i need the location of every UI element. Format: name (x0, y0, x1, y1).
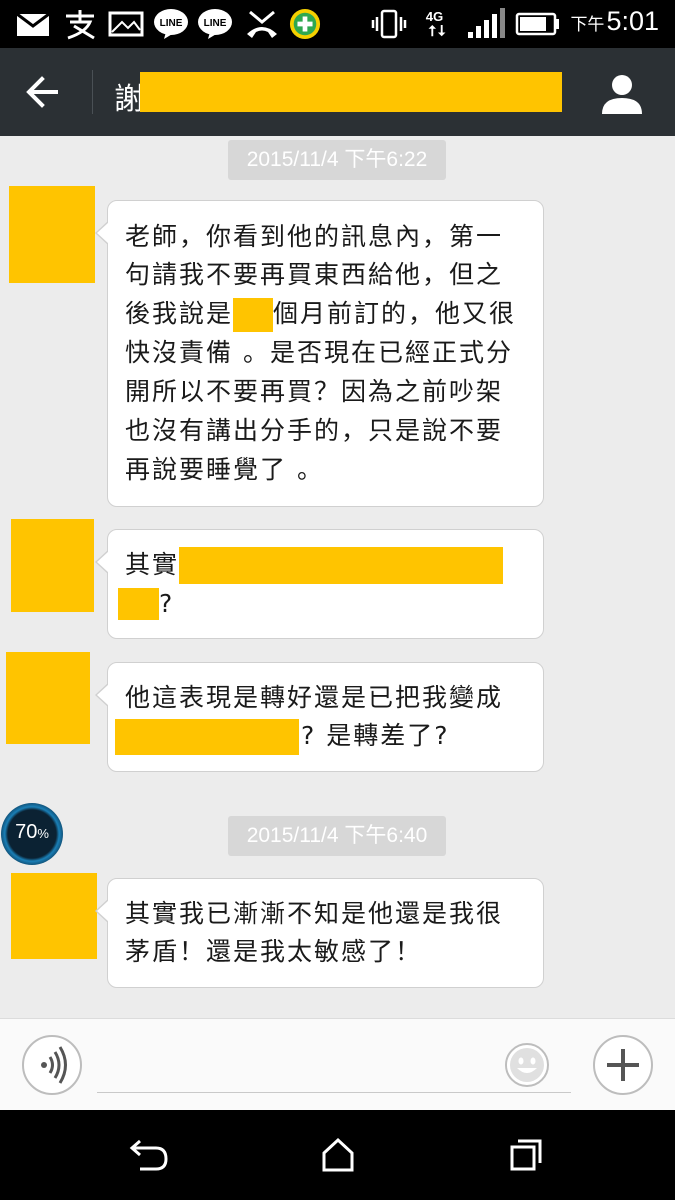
redacted-title (140, 72, 562, 112)
message-text-line: 其實 (125, 547, 179, 583)
vibrate-icon (371, 9, 407, 39)
add-button[interactable] (593, 1035, 653, 1095)
battery-percentage: 70% (1, 821, 63, 844)
message-text-line: 句請我不要再買東西給他，但之 (125, 260, 504, 289)
avatar[interactable] (11, 873, 97, 959)
avatar[interactable] (11, 519, 94, 612)
message-text-line: 他這表現是轉好還是已把我變成 (125, 683, 504, 712)
plus-icon (607, 1049, 639, 1081)
message-bubble-1[interactable]: 老師，你看到他的訊息內，第一 句請我不要再買東西給他，但之 後我說是 個月前訂的，… (95, 200, 544, 507)
clock-ampm: 下午 (570, 15, 605, 34)
battery-unit: % (37, 826, 49, 841)
message-text-line: 開所以不要再買？因為之前吵架 (125, 377, 504, 406)
navigation-bar (0, 1110, 675, 1200)
signal-icon (468, 8, 505, 38)
svg-text:4G: 4G (426, 9, 444, 24)
message-input-bar (0, 1018, 675, 1110)
status-bar: LINE LINE 4G 下午5:01 (0, 0, 675, 48)
message-bubble-3[interactable]: 他這表現是轉好還是已把我變成 ? 是轉差了? (95, 662, 544, 772)
timestamp-2: 2015/11/4 下午6:40 (228, 816, 446, 856)
message-text-line: 茅盾！還是我太敏感了！ (125, 937, 423, 966)
line-icon: LINE (198, 9, 232, 39)
voice-button[interactable] (22, 1035, 82, 1095)
4g-icon: 4G (426, 9, 446, 37)
plus-app-icon (289, 8, 321, 40)
message-text-line: 也沒有講出分手的，只是說不要 (125, 416, 504, 445)
home-icon[interactable] (313, 1135, 363, 1175)
message-input[interactable] (97, 1041, 571, 1093)
redacted-text (233, 298, 274, 332)
message-bubble-2[interactable]: 其實 ? (95, 529, 544, 639)
redacted-text (115, 719, 299, 755)
image-icon (108, 11, 144, 37)
message-text-line: ? (159, 589, 175, 618)
profile-icon[interactable] (599, 70, 645, 116)
message-bubble-4[interactable]: 其實我已漸漸不知是他還是我很 茅盾！還是我太敏感了！ (95, 878, 544, 988)
redacted-text (179, 547, 503, 584)
message-text-segment: 後我說是 (125, 299, 234, 328)
battery-widget[interactable]: 70% (1, 803, 63, 865)
mail-icon (16, 12, 50, 36)
message-text-line: 快沒責備 。是否現在已經正式分 (125, 338, 513, 367)
svg-text:LINE: LINE (160, 18, 183, 29)
message-text-line: 再說要睡覺了 。 (125, 455, 324, 484)
avatar[interactable] (9, 186, 95, 283)
clock: 下午5:01 (570, 6, 659, 37)
back-nav-icon[interactable] (126, 1135, 176, 1175)
chat-header: 謝 (0, 48, 675, 136)
avatar[interactable] (6, 652, 90, 744)
emoji-icon[interactable] (503, 1041, 551, 1089)
timestamp-1: 2015/11/4 下午6:22 (228, 140, 446, 180)
line-icon: LINE (154, 9, 188, 39)
message-text-line: 其實我已漸漸不知是他還是我很 (125, 899, 504, 928)
recents-icon[interactable] (500, 1135, 550, 1175)
message-text-line: 後我說是 個月前訂的，他又很 (125, 296, 516, 332)
missed-call-icon (247, 10, 277, 38)
message-text-segment: 個月前訂的，他又很 (273, 299, 517, 328)
redacted-text (118, 588, 159, 620)
clock-time: 5:01 (606, 6, 659, 36)
svg-text:LINE: LINE (204, 18, 227, 29)
message-text-line: 老師，你看到他的訊息內，第一 (125, 222, 504, 251)
back-arrow-icon[interactable] (18, 68, 70, 116)
battery-icon (515, 12, 559, 36)
message-text-line: ? 是轉差了? (301, 721, 450, 750)
battery-value: 70 (15, 821, 38, 843)
message-text-segment: 其實 (125, 550, 180, 579)
alipay-icon (66, 10, 95, 40)
header-divider (92, 70, 93, 114)
voice-icon (41, 1046, 67, 1084)
